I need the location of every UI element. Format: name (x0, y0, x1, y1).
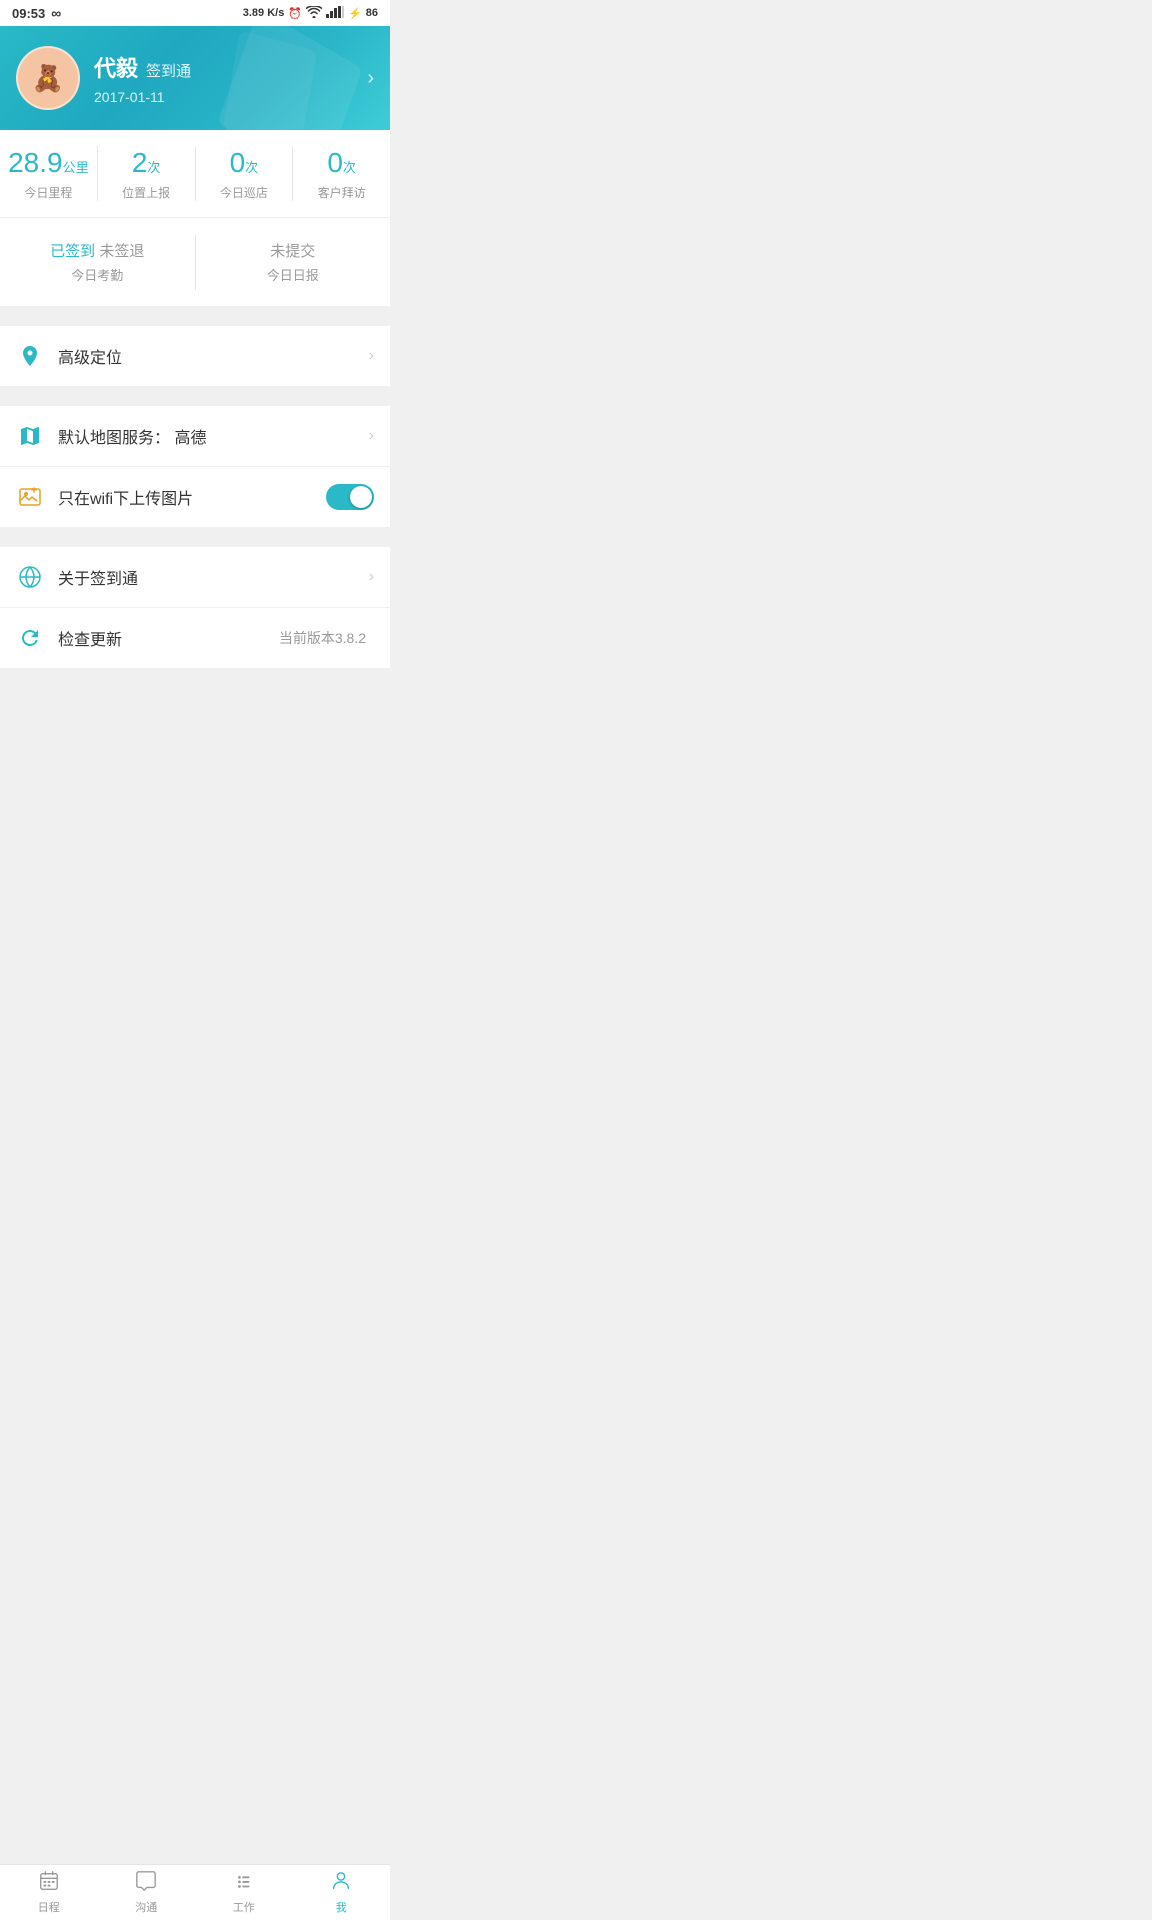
status-time: 09:53 (12, 6, 45, 21)
stat-location-value: 2次 (106, 146, 187, 180)
attendance-report-label: 今日日报 (204, 265, 383, 284)
header-chevron-right-icon[interactable]: › (367, 67, 374, 90)
attendance-report-status: 未提交 (204, 240, 383, 261)
stat-patrol-label: 今日巡店 (204, 184, 285, 201)
bottom-nav: 日程 沟通 工作 我 (0, 1864, 390, 1920)
avatar-image: 🧸 (32, 63, 64, 94)
nav-label-work: 工作 (233, 1899, 255, 1915)
map-icon (16, 422, 44, 450)
nav-item-chat[interactable]: 沟通 (98, 1865, 196, 1920)
status-left: 09:53 ∞ (12, 5, 61, 21)
wifi-upload-toggle[interactable] (326, 484, 374, 510)
signed-status: 已签到 (50, 243, 95, 260)
menu-item-wifi-upload[interactable]: 只在wifi下上传图片 (0, 467, 390, 527)
menu-item-about-arrow-icon: › (369, 568, 374, 586)
menu-section-about: 关于签到通 › 检查更新 当前版本3.8.2 (0, 547, 390, 668)
divider-1 (0, 316, 390, 326)
attendance-checkin: 已签到 未签退 今日考勤 (0, 234, 196, 290)
status-bar: 09:53 ∞ 3.89 K/s ⏰ (0, 0, 390, 26)
charging-icon: ⚡ (348, 7, 362, 20)
calendar-icon (38, 1870, 60, 1896)
nav-item-me[interactable]: 我 (293, 1865, 391, 1920)
avatar: 🧸 (16, 46, 80, 110)
menu-section-settings: 默认地图服务： 高德 › 只在wifi下上传图片 (0, 406, 390, 527)
clock-icon: ⏰ (288, 7, 302, 20)
user-icon (330, 1870, 352, 1896)
stat-distance: 28.9公里 今日里程 (0, 146, 98, 201)
menu-item-location[interactable]: 高级定位 › (0, 326, 390, 386)
stat-visit-label: 客户拜访 (301, 184, 382, 201)
unsigned-status: 未签退 (99, 243, 144, 260)
menu-item-map[interactable]: 默认地图服务： 高德 › (0, 406, 390, 467)
globe-icon (16, 563, 44, 591)
menu-section-location: 高级定位 › (0, 326, 390, 386)
infinity-icon: ∞ (51, 5, 61, 21)
nav-label-me: 我 (336, 1899, 347, 1915)
menu-item-wifi-upload-title: 只在wifi下上传图片 (58, 485, 326, 509)
menu-item-map-title: 默认地图服务： 高德 (58, 424, 369, 448)
nav-item-schedule[interactable]: 日程 (0, 1865, 98, 1920)
user-date: 2017-01-11 (94, 89, 367, 105)
attendance-section: 已签到 未签退 今日考勤 未提交 今日日报 (0, 218, 390, 306)
stat-distance-label: 今日里程 (8, 184, 89, 201)
menu-item-about-title: 关于签到通 (58, 565, 369, 589)
refresh-icon (16, 624, 44, 652)
nav-label-schedule: 日程 (38, 1899, 60, 1915)
profile-header[interactable]: 🧸 代毅 签到通 2017-01-11 › (0, 26, 390, 130)
location-icon (16, 342, 44, 370)
menu-item-location-arrow-icon: › (369, 347, 374, 365)
stat-location-label: 位置上报 (106, 184, 187, 201)
divider-3 (0, 537, 390, 547)
chat-icon (135, 1870, 157, 1896)
work-icon (233, 1870, 255, 1896)
signal-icon (326, 6, 344, 21)
menu-item-update-version: 当前版本3.8.2 (279, 628, 366, 648)
user-info: 代毅 签到通 2017-01-11 (94, 51, 367, 105)
attendance-checkin-label: 今日考勤 (8, 265, 187, 284)
nav-label-chat: 沟通 (135, 1899, 157, 1915)
stat-distance-value: 28.9公里 (8, 146, 89, 180)
menu-item-location-title: 高级定位 (58, 344, 369, 368)
battery-level: 86 (366, 7, 378, 19)
stat-location: 2次 位置上报 (98, 146, 196, 201)
divider-2 (0, 396, 390, 406)
menu-item-map-arrow-icon: › (369, 427, 374, 445)
user-name: 代毅 (94, 51, 138, 83)
menu-item-update-title: 检查更新 (58, 626, 279, 650)
image-upload-icon (16, 483, 44, 511)
wifi-icon (306, 6, 322, 21)
attendance-checkin-status: 已签到 未签退 (8, 240, 187, 261)
attendance-report: 未提交 今日日报 (196, 234, 391, 290)
menu-item-about[interactable]: 关于签到通 › (0, 547, 390, 608)
app-name: 签到通 (146, 60, 191, 81)
nav-item-work[interactable]: 工作 (195, 1865, 293, 1920)
menu-item-update[interactable]: 检查更新 当前版本3.8.2 (0, 608, 390, 668)
